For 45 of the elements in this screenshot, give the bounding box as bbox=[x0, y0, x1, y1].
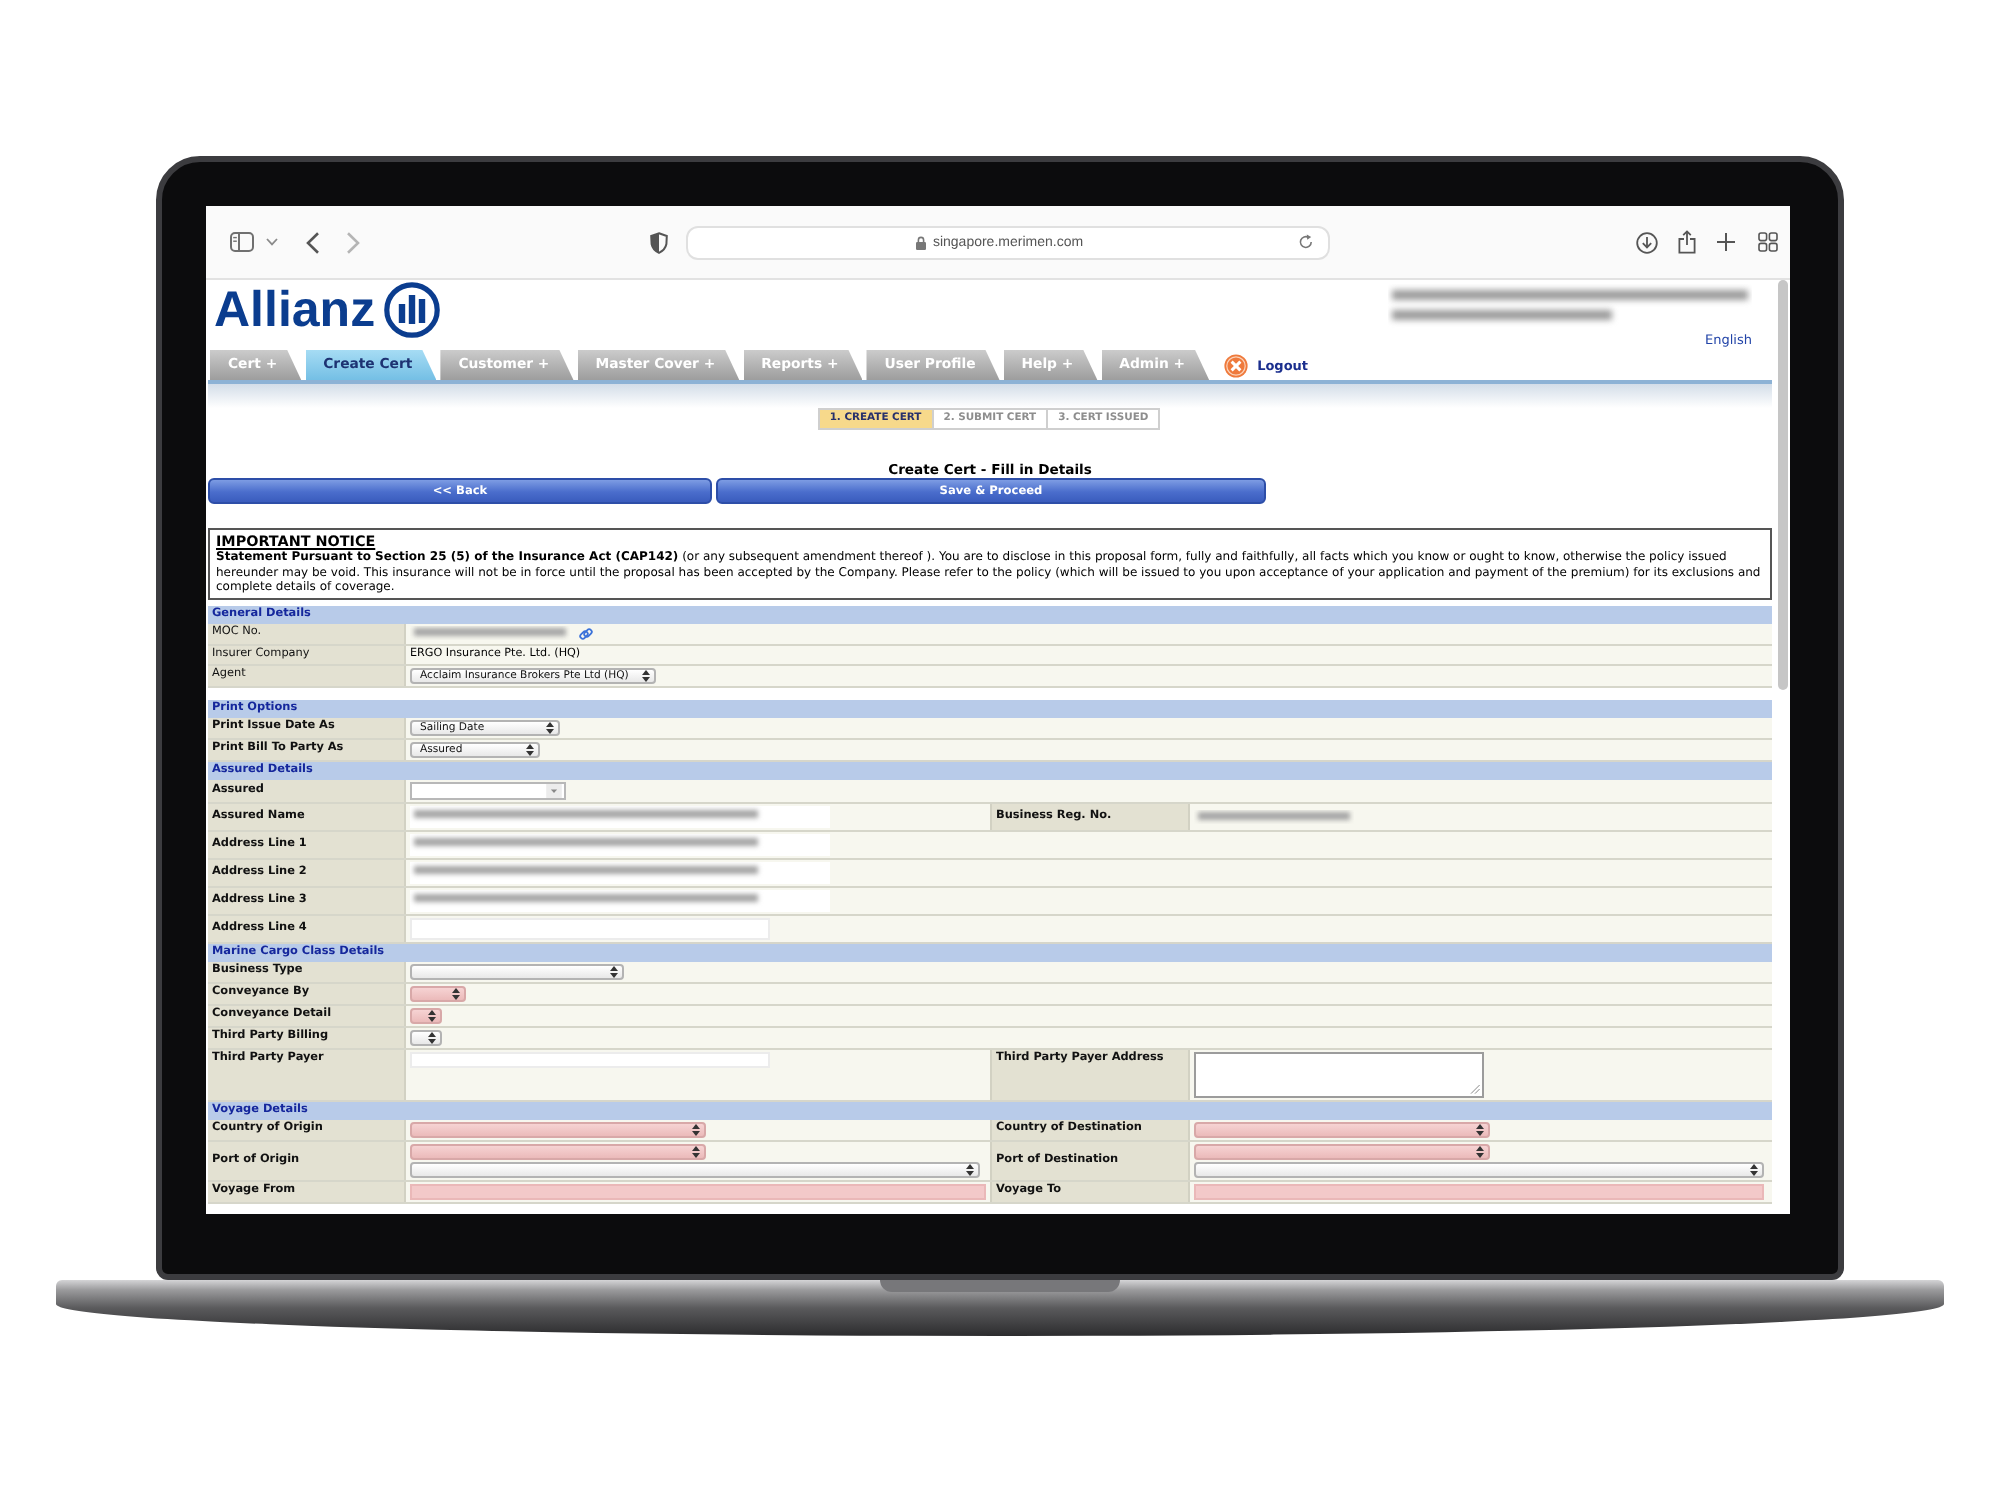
link-icon[interactable] bbox=[578, 625, 594, 642]
close-circle-icon bbox=[1223, 353, 1248, 377]
select-arrows-icon bbox=[1476, 1123, 1484, 1136]
share-icon[interactable] bbox=[1678, 230, 1696, 254]
scrollbar-thumb[interactable] bbox=[1778, 280, 1788, 690]
tab-overview-icon[interactable] bbox=[1758, 232, 1778, 252]
dropdown-field[interactable] bbox=[410, 1007, 442, 1024]
dropdown-field[interactable] bbox=[410, 1121, 706, 1138]
select-arrows-icon bbox=[526, 743, 534, 756]
select-arrows-icon bbox=[452, 987, 460, 1000]
caret-icon[interactable] bbox=[544, 783, 564, 798]
dropdown-field[interactable] bbox=[410, 1029, 442, 1046]
dropdown-field[interactable] bbox=[410, 1161, 980, 1178]
select-arrows-icon bbox=[642, 669, 651, 682]
select-arrows-icon bbox=[692, 1145, 700, 1158]
select-arrows-icon bbox=[692, 1123, 700, 1136]
sidebar-icon[interactable] bbox=[230, 232, 254, 252]
dropdown-field[interactable] bbox=[1194, 1161, 1764, 1178]
select-arrows-icon bbox=[428, 1031, 436, 1044]
plus-icon[interactable] bbox=[1716, 232, 1736, 252]
select-arrows-icon bbox=[610, 965, 618, 978]
shield-icon[interactable] bbox=[650, 231, 668, 253]
text-area-field[interactable] bbox=[1194, 1051, 1484, 1098]
back-icon[interactable] bbox=[306, 231, 320, 253]
combo-box[interactable] bbox=[410, 781, 566, 800]
dropdown-field[interactable] bbox=[410, 963, 624, 980]
select-arrows-icon bbox=[966, 1163, 974, 1176]
download-icon[interactable] bbox=[1636, 231, 1658, 253]
lock-icon bbox=[916, 235, 927, 249]
select-arrows-icon bbox=[546, 721, 554, 734]
select-arrows-icon bbox=[1750, 1163, 1758, 1176]
dropdown-field[interactable] bbox=[410, 985, 466, 1002]
chevron-down-icon[interactable] bbox=[266, 238, 278, 246]
forward-icon[interactable] bbox=[346, 231, 360, 253]
dropdown-field[interactable] bbox=[410, 1143, 706, 1160]
select-arrows-icon bbox=[428, 1009, 436, 1022]
resize-grip-icon[interactable] bbox=[1470, 1083, 1480, 1094]
dropdown-field[interactable] bbox=[1194, 1143, 1490, 1160]
text-input[interactable] bbox=[1194, 1183, 1764, 1200]
select-arrows-icon bbox=[1476, 1145, 1484, 1158]
text-input[interactable] bbox=[410, 1183, 986, 1200]
reload-icon[interactable] bbox=[1298, 234, 1314, 250]
dropdown-field[interactable] bbox=[1194, 1121, 1490, 1138]
logo-icon bbox=[383, 282, 440, 338]
logo-wordmark: Allianz bbox=[214, 282, 376, 338]
